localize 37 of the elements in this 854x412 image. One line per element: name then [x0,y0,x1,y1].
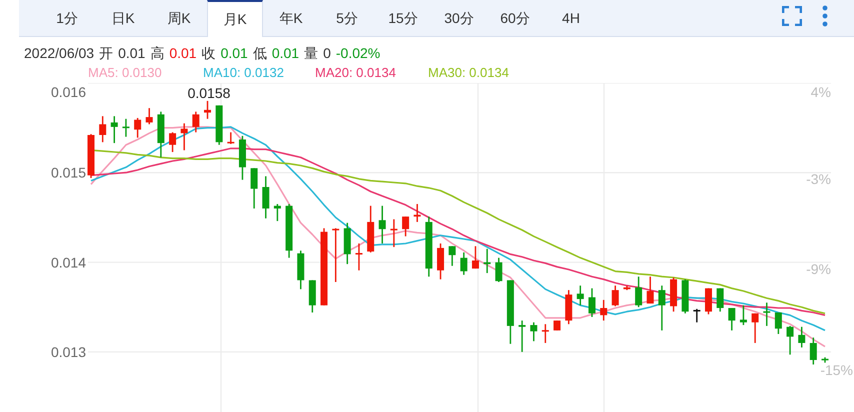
price-axis-label: 0.013 [50,344,86,360]
period-tab[interactable]: 60分 [487,0,543,36]
price-axis-label: 0.015 [50,164,86,181]
change-value: -0.02% [336,44,380,62]
quote-value: 0.01 [118,44,146,62]
quote-value: 0.01 [272,44,300,62]
quote-label: 收 [202,44,216,62]
quote-label: 开 [99,44,114,62]
quote-value: 0.01 [169,44,197,62]
period-tab[interactable]: 周K [151,0,207,36]
quote-label: 低 [252,44,267,62]
percent-axis-label: -15% [820,362,853,378]
percent-axis-label: -3% [806,171,831,187]
quote-value: 0 [323,44,331,62]
period-tab[interactable]: 月K [207,0,263,37]
price-axis-label: 0.014 [50,254,86,270]
percent-axis-label: 4% [810,84,831,100]
period-tab[interactable]: 15分 [375,0,431,36]
legend-label: MA20: 0.0134 [315,64,397,82]
period-tab[interactable]: 5分 [319,0,375,36]
period-tab[interactable]: 4H [543,0,599,36]
peak-price-label: 0.0158 [188,85,230,101]
period-tab[interactable]: 1分 [39,0,95,36]
quote-label: 量 [304,44,318,62]
period-tab[interactable]: 年K [263,0,319,36]
price-axis-label: 0.016 [50,84,86,100]
quote-label: 高 [150,44,164,62]
fullscreen-icon[interactable] [782,6,802,26]
period-tab[interactable]: 30分 [431,0,487,36]
legend-label: MA30: 0.0134 [428,64,510,82]
more-menu-icon[interactable] [822,5,828,27]
period-tab[interactable]: 日K [95,0,151,36]
percent-axis-label: -9% [806,261,831,277]
quote-date: 2022/06/03 [24,44,94,62]
quote-value: 0.01 [220,44,248,62]
legend-label: MA5: 0.0130 [88,64,163,82]
legend-label: MA10: 0.0132 [203,64,285,82]
